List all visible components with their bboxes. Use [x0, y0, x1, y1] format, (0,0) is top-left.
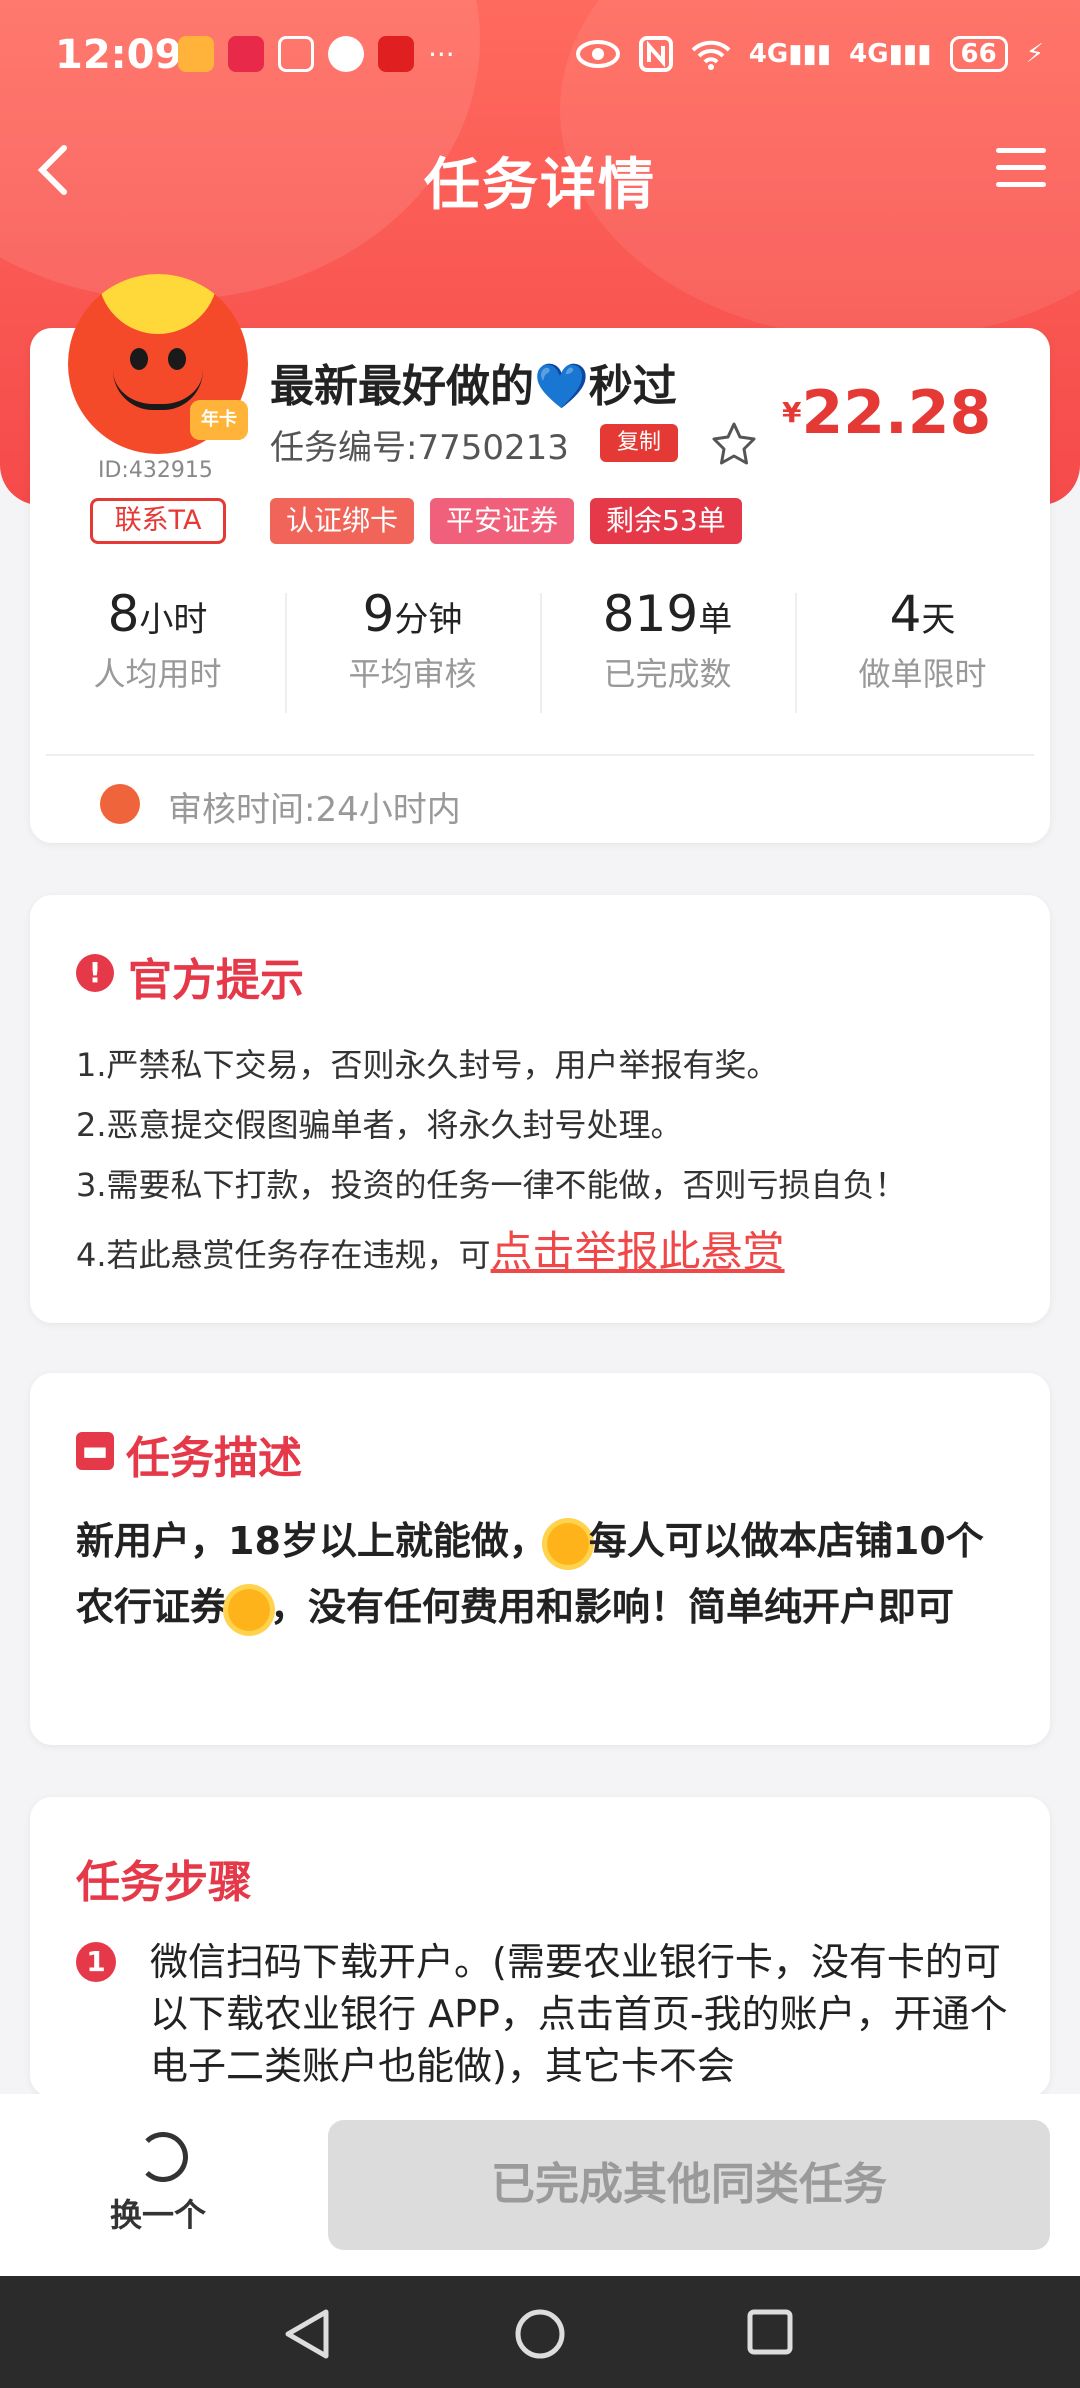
heart-icon: 💙	[534, 361, 589, 412]
step-number: 1	[76, 1942, 116, 1982]
nav-recents-icon[interactable]	[746, 2308, 794, 2360]
favorite-star-icon[interactable]	[710, 420, 758, 468]
video-app-icon	[228, 36, 264, 72]
sun-emoji-icon	[546, 1522, 589, 1565]
book-app-icon	[378, 36, 414, 72]
swap-task-button[interactable]: 换一个	[110, 2190, 206, 2236]
status-bar: 12:09 ··· 4G▮▮▮ 4G▮▮▮ 66 ⚡	[0, 0, 1080, 118]
nav-back-icon[interactable]	[282, 2308, 332, 2364]
signal-1-icon: 4G▮▮▮	[748, 39, 832, 69]
hand-icon	[278, 36, 314, 72]
system-navigation-bar	[0, 2276, 1080, 2388]
notice-line-4-text: 4.若此悬赏任务存在违规，可	[76, 1236, 491, 1274]
stat-value: 4	[889, 585, 922, 643]
stat-unit: 单	[698, 600, 733, 640]
page-title: 任务详情	[424, 153, 656, 218]
refresh-icon[interactable]	[138, 2132, 188, 2182]
task-tags: 认证绑卡 平安证券 剩余53单	[270, 498, 742, 544]
wechat-icon	[328, 36, 364, 72]
notification-icons: ···	[178, 36, 455, 72]
crown-badge: 年卡	[190, 400, 248, 440]
report-link[interactable]: 点击举报此悬赏	[491, 1227, 785, 1276]
stat-value: 8	[107, 585, 140, 643]
description-part-a: 新用户，18岁以上就能做，	[76, 1519, 547, 1563]
task-price: ¥22.28	[782, 378, 991, 448]
stat-label: 平均审核	[348, 655, 477, 693]
stat-label: 人均用时	[93, 655, 222, 693]
step-text: 微信扫码下载开户。(需要农业银行卡，没有卡的可以下载农业银行 APP，点击首页-…	[150, 1940, 1008, 2088]
price-value: 22.28	[801, 378, 992, 448]
currency-symbol: ¥	[782, 396, 802, 429]
nav-home-icon[interactable]	[514, 2308, 566, 2364]
publisher-id: ID:432915	[98, 458, 213, 483]
task-title: 最新最好做的💙秒过	[270, 350, 677, 414]
contact-button[interactable]: 联系TA	[90, 498, 226, 544]
tag-pingan: 平安证券	[430, 498, 575, 544]
warning-icon: !	[76, 954, 114, 992]
completed-similar-task-button[interactable]: 已完成其他同类任务	[328, 2120, 1050, 2250]
task-number: 任务编号:7750213	[270, 428, 569, 468]
stat-avg-review: 9分钟 平均审核	[285, 585, 540, 725]
notice-line-2: 2.恶意提交假图骗单者，将永久封号处理。	[76, 1106, 683, 1144]
stat-unit: 分钟	[394, 600, 463, 640]
status-time: 12:09	[55, 32, 183, 78]
task-title-text: 最新最好做的	[270, 361, 534, 412]
notice-line-1: 1.严禁私下交易，否则永久封号，用户举报有奖。	[76, 1046, 779, 1084]
steps-title: 任务步骤	[76, 1857, 252, 1908]
stat-time-limit: 4天 做单限时	[795, 585, 1050, 725]
stat-unit: 天	[921, 600, 956, 640]
system-icons: 4G▮▮▮ 4G▮▮▮ 66 ⚡	[575, 36, 1044, 72]
description-part-c: ，没有任何费用和影响！简单纯开户即可	[270, 1585, 955, 1629]
task-title-suffix: 秒过	[588, 361, 677, 412]
tag-remaining: 剩余53单	[590, 498, 742, 544]
menu-icon[interactable]	[996, 148, 1046, 192]
review-stamp-icon	[100, 784, 140, 824]
stat-avg-time: 8小时 人均用时	[30, 585, 285, 725]
sun-emoji-icon	[228, 1588, 271, 1631]
copy-button[interactable]: 复制	[600, 424, 678, 462]
divider	[46, 754, 1034, 756]
notice-line-3: 3.需要私下打款，投资的任务一律不能做，否则亏损自负！	[76, 1166, 907, 1204]
network-label-1: 4G	[748, 39, 789, 69]
battery-icon: 66	[949, 36, 1008, 72]
stat-value: 9	[362, 585, 395, 643]
task-stats: 8小时 人均用时 9分钟 平均审核 819单 已完成数 4天 做单限时	[30, 585, 1050, 725]
document-icon: ▬	[76, 1432, 114, 1470]
description-text: 新用户，18岁以上就能做， 每人可以做本店铺10个农行证券 ，没有任何费用和影响！简…	[76, 1508, 1016, 1640]
stat-completed: 819单 已完成数	[540, 585, 795, 725]
review-time: 审核时间:24小时内	[168, 790, 461, 830]
stat-label: 已完成数	[603, 655, 732, 693]
network-label-2: 4G	[849, 39, 889, 69]
eye-icon	[575, 40, 620, 68]
stat-label: 做单限时	[858, 655, 987, 693]
notice-line-4: 4.若此悬赏任务存在违规，可点击举报此悬赏	[76, 1218, 785, 1279]
stat-unit: 小时	[139, 600, 208, 640]
heart-app-icon	[178, 36, 214, 72]
charging-icon: ⚡	[1025, 39, 1044, 69]
tag-bind-card: 认证绑卡	[270, 498, 415, 544]
description-title: 任务描述	[126, 1433, 302, 1484]
signal-2-icon: 4G▮▮▮	[849, 39, 932, 69]
more-icon: ···	[428, 37, 455, 71]
wifi-icon	[691, 40, 731, 70]
stat-value: 819	[602, 585, 699, 643]
navigation-bar: 任务详情	[0, 118, 1080, 228]
notice-title: 官方提示	[128, 955, 304, 1006]
nfc-icon	[638, 36, 673, 72]
